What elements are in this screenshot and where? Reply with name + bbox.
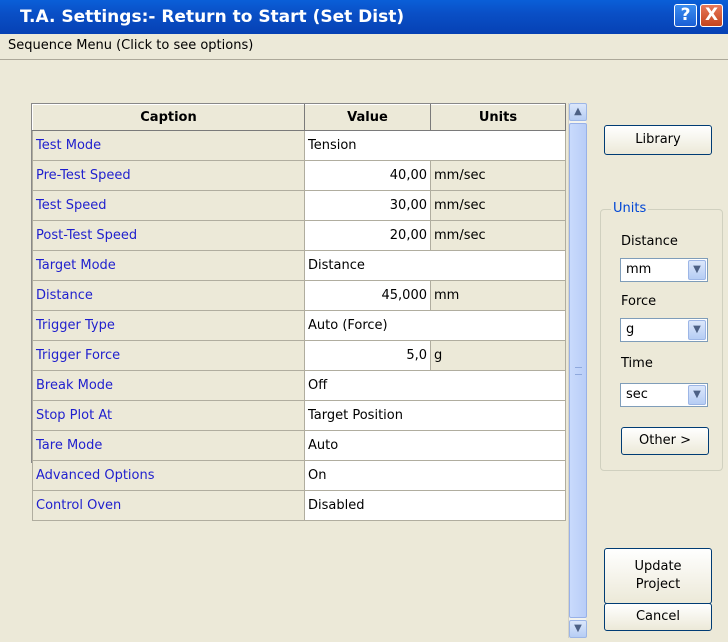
scroll-down-button[interactable]: ▼ <box>569 620 587 638</box>
table-row[interactable]: Stop Plot At Target Position <box>32 400 566 431</box>
window-title-bar: T.A. Settings:- Return to Start (Set Dis… <box>0 0 728 34</box>
table-row[interactable]: Tare Mode Auto <box>32 430 566 461</box>
table-row[interactable]: Advanced Options On <box>32 460 566 491</box>
row-units: mm/sec <box>430 220 566 251</box>
row-units: mm <box>430 280 566 311</box>
library-button-label: Library <box>635 132 681 147</box>
other-units-button[interactable]: Other > <box>621 427 709 455</box>
update-project-label-line1: Update <box>634 559 682 574</box>
row-value[interactable]: Disabled <box>304 490 566 521</box>
close-icon: X <box>704 5 719 25</box>
row-value[interactable]: Auto (Force) <box>304 310 566 341</box>
grid-header-row: Caption Value Units <box>32 104 566 131</box>
row-caption: Target Mode <box>32 250 305 281</box>
scroll-up-button[interactable]: ▲ <box>569 103 587 121</box>
row-caption: Control Oven <box>32 490 305 521</box>
row-caption: Tare Mode <box>32 430 305 461</box>
table-row[interactable]: Control Oven Disabled <box>32 490 566 521</box>
update-project-label-line2: Project <box>635 577 681 592</box>
settings-grid: Caption Value Units Test Mode Tension Pre-… <box>31 103 566 521</box>
force-unit-value: g <box>626 322 635 337</box>
row-caption: Trigger Force <box>32 340 305 371</box>
grip-icon <box>575 367 582 375</box>
force-unit-select[interactable]: g ▼ <box>620 318 708 342</box>
table-row[interactable]: Pre-Test Speed 40,00 mm/sec <box>32 160 566 191</box>
distance-label: Distance <box>621 234 678 249</box>
chevron-up-icon: ▲ <box>574 106 582 117</box>
chevron-down-icon: ▼ <box>574 623 582 634</box>
update-project-button[interactable]: Update Project <box>604 548 712 604</box>
grid-scrollbar[interactable]: ▲ ▼ <box>568 103 587 638</box>
time-unit-select[interactable]: sec ▼ <box>620 383 708 407</box>
row-units: mm/sec <box>430 190 566 221</box>
row-value[interactable]: Target Position <box>304 400 566 431</box>
row-value[interactable]: Off <box>304 370 566 401</box>
cancel-button-label: Cancel <box>635 609 681 624</box>
window-title: T.A. Settings:- Return to Start (Set Dis… <box>20 7 405 27</box>
header-caption[interactable]: Caption <box>32 104 305 131</box>
row-caption: Break Mode <box>32 370 305 401</box>
row-units: mm/sec <box>430 160 566 191</box>
chevron-down-icon[interactable]: ▼ <box>688 385 706 405</box>
row-value[interactable]: 30,00 <box>304 190 431 221</box>
row-caption: Distance <box>32 280 305 311</box>
table-row[interactable]: Post-Test Speed 20,00 mm/sec <box>32 220 566 251</box>
help-icon: ? <box>680 5 691 25</box>
row-value[interactable]: 20,00 <box>304 220 431 251</box>
scroll-thumb[interactable] <box>569 123 587 618</box>
table-row[interactable]: Test Speed 30,00 mm/sec <box>32 190 566 221</box>
table-row[interactable]: Break Mode Off <box>32 370 566 401</box>
time-unit-value: sec <box>626 387 648 402</box>
table-row[interactable]: Target Mode Distance <box>32 250 566 281</box>
table-row[interactable]: Test Mode Tension <box>32 130 566 161</box>
row-value[interactable]: Auto <box>304 430 566 461</box>
row-caption: Pre-Test Speed <box>32 160 305 191</box>
row-value[interactable]: Distance <box>304 250 566 281</box>
sequence-menu-label: Sequence Menu (Click to see options) <box>8 38 254 53</box>
row-caption: Post-Test Speed <box>32 220 305 251</box>
table-row[interactable]: Distance 45,000 mm <box>32 280 566 311</box>
row-value[interactable]: Tension <box>304 130 566 161</box>
sequence-menu[interactable]: Sequence Menu (Click to see options) <box>0 34 728 60</box>
row-caption: Advanced Options <box>32 460 305 491</box>
row-value[interactable]: 40,00 <box>304 160 431 191</box>
distance-unit-select[interactable]: mm ▼ <box>620 258 708 282</box>
row-value[interactable]: 45,000 <box>304 280 431 311</box>
distance-unit-value: mm <box>626 262 652 277</box>
units-group-legend: Units <box>611 201 649 216</box>
cancel-button[interactable]: Cancel <box>604 603 712 631</box>
row-value[interactable]: On <box>304 460 566 491</box>
force-label: Force <box>621 294 657 309</box>
row-caption: Trigger Type <box>32 310 305 341</box>
chevron-down-icon[interactable]: ▼ <box>688 320 706 340</box>
table-row[interactable]: Trigger Force 5,0 g <box>32 340 566 371</box>
row-value[interactable]: 5,0 <box>304 340 431 371</box>
row-caption: Stop Plot At <box>32 400 305 431</box>
row-caption: Test Speed <box>32 190 305 221</box>
library-button[interactable]: Library <box>604 125 712 155</box>
row-units: g <box>430 340 566 371</box>
other-units-button-label: Other > <box>639 433 691 448</box>
close-button[interactable]: X <box>700 4 723 27</box>
time-label: Time <box>621 356 653 371</box>
help-button[interactable]: ? <box>674 4 697 27</box>
header-units[interactable]: Units <box>430 104 566 131</box>
chevron-down-icon[interactable]: ▼ <box>688 260 706 280</box>
table-row[interactable]: Trigger Type Auto (Force) <box>32 310 566 341</box>
header-value[interactable]: Value <box>304 104 431 131</box>
row-caption: Test Mode <box>32 130 305 161</box>
settings-table: Caption Value Units Test Mode Tension Pre-… <box>32 104 566 521</box>
